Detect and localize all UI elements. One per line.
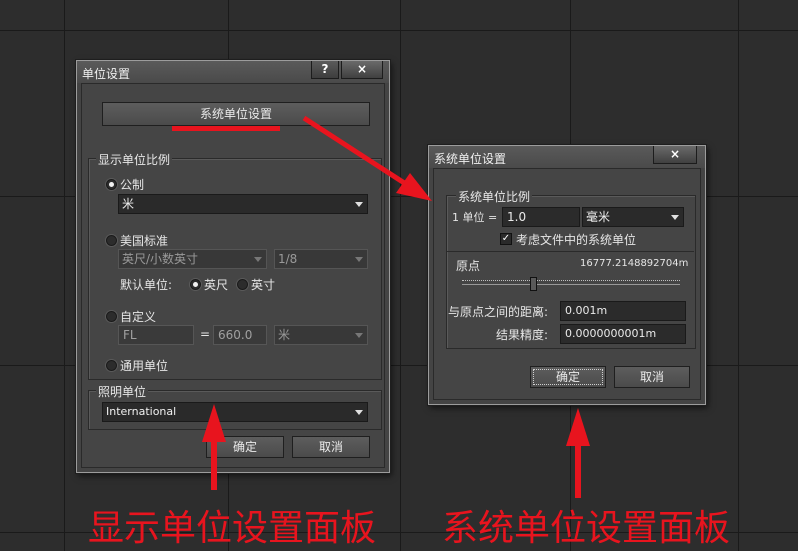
inches-radio[interactable] — [237, 279, 248, 290]
chevron-down-icon — [355, 202, 363, 207]
system-unit-select[interactable]: 毫米 — [582, 207, 684, 227]
us-unit-select[interactable]: 英尺/小数英寸 — [118, 249, 267, 269]
metric-radio[interactable] — [106, 179, 117, 190]
cancel-button[interactable]: 取消 — [614, 366, 690, 388]
custom-name-input[interactable]: FL — [118, 325, 194, 345]
chevron-down-icon — [355, 333, 363, 338]
viewport-grid-line — [738, 0, 739, 551]
generic-units-radio[interactable] — [106, 360, 117, 371]
system-unit-setup-dialog: 系统单位设置 × 系统单位比例 1 单位 = 1.0 毫米 ✓ 考虑文件中的系统… — [428, 145, 706, 405]
dialog-body: 系统单位设置 显示单位比例 公制 米 美国标准 英尺/小数英寸 1/8 默认单位… — [81, 83, 385, 468]
precision-label: 结果精度: — [496, 328, 549, 342]
precision-value-field: 0.0000000001m — [560, 324, 686, 344]
distance-label: 与原点之间的距离: — [448, 305, 549, 319]
separator — [446, 251, 694, 252]
custom-radio[interactable] — [106, 311, 117, 322]
default-unit-label: 默认单位: — [120, 278, 173, 292]
equals-label: = — [200, 327, 211, 341]
chevron-down-icon — [671, 215, 679, 220]
close-button[interactable]: × — [341, 61, 383, 79]
system-unit-scale-label: 系统单位比例 — [456, 188, 533, 205]
display-unit-scale-label: 显示单位比例 — [96, 151, 173, 168]
dialog-titlebar[interactable]: 单位设置 ? × — [77, 61, 389, 83]
origin-value: 16777.2148892704m — [580, 258, 689, 269]
units-setup-dialog: 单位设置 ? × 系统单位设置 显示单位比例 公制 米 美国标准 英尺/小数英寸… — [76, 60, 390, 473]
feet-label: 英尺 — [204, 278, 229, 292]
close-button[interactable]: × — [653, 146, 697, 164]
generic-units-label: 通用单位 — [120, 359, 169, 373]
viewport-grid-line — [64, 0, 65, 551]
distance-value-field: 0.001m — [560, 301, 686, 321]
respect-system-units-checkbox[interactable]: ✓ — [500, 233, 512, 245]
dialog-body: 系统单位比例 1 单位 = 1.0 毫米 ✓ 考虑文件中的系统单位 原点 167… — [433, 168, 701, 400]
metric-unit-select[interactable]: 米 — [118, 194, 368, 214]
inches-label: 英寸 — [251, 278, 276, 292]
origin-slider-track[interactable] — [462, 280, 680, 281]
system-panel-caption: 系统单位设置面板 — [442, 508, 731, 549]
viewport-grid-line — [0, 30, 798, 31]
us-fraction-select[interactable]: 1/8 — [274, 249, 368, 269]
chevron-down-icon — [254, 257, 262, 262]
us-standard-label: 美国标准 — [120, 234, 169, 248]
respect-system-units-label: 考虑文件中的系统单位 — [516, 233, 637, 247]
custom-label: 自定义 — [120, 310, 157, 324]
feet-radio[interactable] — [190, 279, 201, 290]
system-unit-setup-button[interactable]: 系统单位设置 — [102, 102, 370, 126]
us-standard-radio[interactable] — [106, 235, 117, 246]
custom-unit-select[interactable]: 米 — [274, 325, 368, 345]
viewport-grid-line — [400, 0, 401, 551]
lighting-units-label: 照明单位 — [96, 383, 149, 400]
dialog-titlebar[interactable]: 系统单位设置 × — [429, 146, 705, 168]
cancel-button[interactable]: 取消 — [292, 436, 370, 458]
custom-value-input[interactable]: 660.0 — [213, 325, 267, 345]
metric-label: 公制 — [120, 178, 145, 192]
highlight-underline — [172, 126, 280, 131]
origin-slider-thumb[interactable] — [530, 277, 537, 291]
dialog-title: 单位设置 — [82, 67, 131, 81]
origin-label: 原点 — [456, 259, 481, 273]
lighting-units-select[interactable]: International — [102, 402, 368, 422]
ok-button[interactable]: 确定 — [206, 436, 284, 458]
one-unit-label: 1 单位 = — [452, 211, 498, 224]
display-panel-caption: 显示单位设置面板 — [88, 508, 377, 549]
origin-slider-track — [462, 284, 680, 285]
help-button[interactable]: ? — [311, 61, 339, 79]
unit-scale-input[interactable]: 1.0 — [502, 207, 580, 227]
dialog-title: 系统单位设置 — [434, 152, 507, 166]
chevron-down-icon — [355, 257, 363, 262]
ok-button[interactable]: 确定 — [530, 366, 606, 388]
chevron-down-icon — [355, 410, 363, 415]
